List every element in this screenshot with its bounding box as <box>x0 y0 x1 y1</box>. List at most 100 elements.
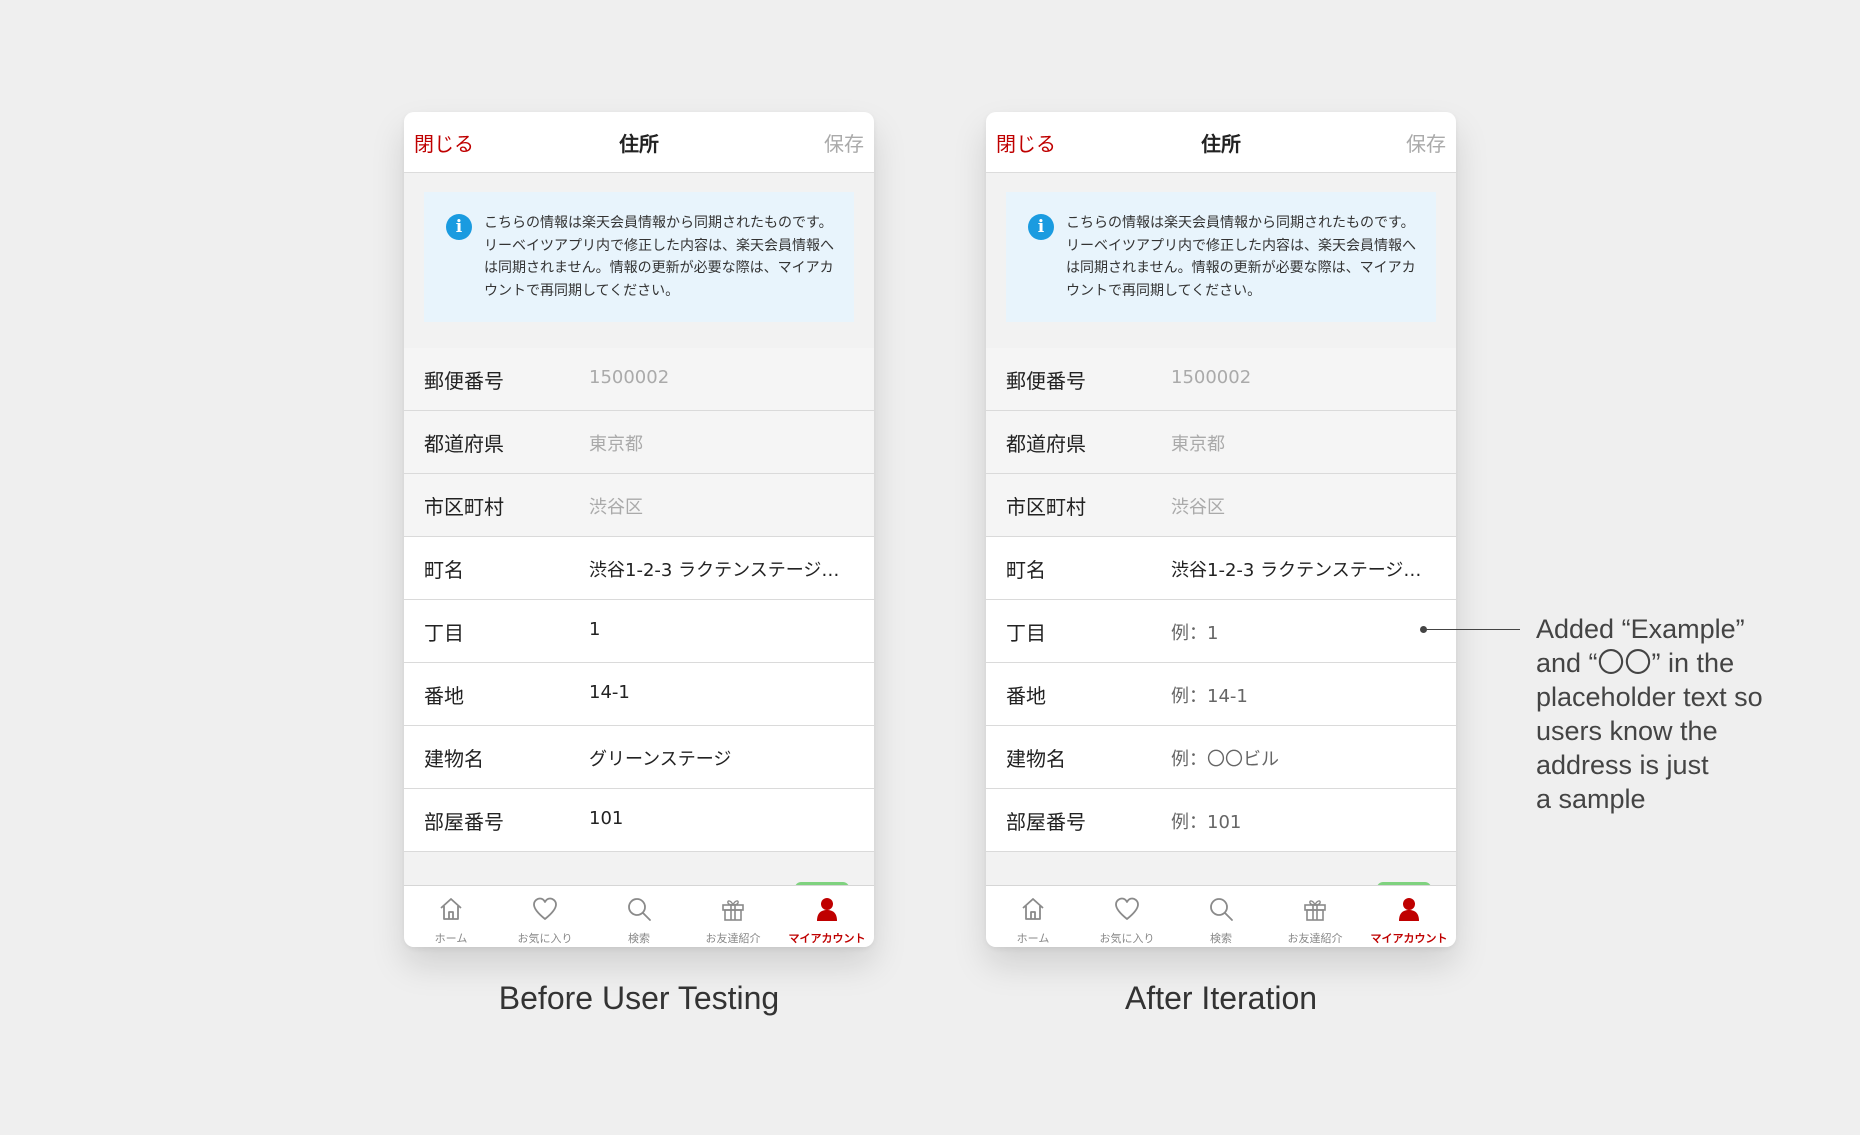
tab-label: ホーム <box>1016 932 1050 945</box>
tab-home[interactable]: ホーム <box>404 886 498 947</box>
field-value: 渋谷区 <box>1171 497 1225 518</box>
field-label: 番地 <box>424 684 464 708</box>
field-label: 建物名 <box>424 747 484 771</box>
field-input[interactable]: 14-1 <box>589 682 630 703</box>
field-label: 市区町村 <box>1006 495 1086 519</box>
person-icon <box>1399 898 1419 921</box>
home-icon <box>440 898 462 920</box>
field-label: 町名 <box>1006 558 1046 582</box>
address-form: 郵便番号 1500002 都道府県 東京都 市区町村 渋谷区 町名 渋谷1-2-… <box>404 348 874 852</box>
tab-referral[interactable]: お友達紹介 <box>686 886 780 947</box>
field-city: 市区町村 渋谷区 <box>986 474 1456 537</box>
field-label: 建物名 <box>1006 747 1066 771</box>
info-notice-text: こちらの情報は楽天会員情報から同期されたものです。リーベイツアプリ内で修正した内… <box>484 215 834 299</box>
field-prefecture: 都道府県 東京都 <box>986 411 1456 474</box>
field-city: 市区町村 渋谷区 <box>404 474 874 537</box>
info-notice: i こちらの情報は楽天会員情報から同期されたものです。リーベイツアプリ内で修正し… <box>424 192 854 322</box>
field-label: 丁目 <box>424 621 464 645</box>
search-icon <box>628 898 651 921</box>
caption-after: After Iteration <box>1124 980 1318 1016</box>
annotation-line: placeholder text so <box>1536 682 1763 712</box>
field-value: 1500002 <box>1171 367 1252 388</box>
tab-label: 検索 <box>1210 932 1232 945</box>
gift-icon <box>722 900 744 921</box>
tab-my-account[interactable]: マイアカウント <box>780 886 874 947</box>
tab-search[interactable]: 検索 <box>592 886 686 947</box>
field-placeholder[interactable]: 例：101 <box>1171 808 1241 834</box>
phone-screen-before: 閉じる 住所 保存 i こちらの情報は楽天会員情報から同期されたものです。リーベ… <box>404 112 874 947</box>
tab-label: お気に入り <box>517 932 573 945</box>
field-input[interactable]: グリーンステージ <box>589 745 731 771</box>
field-label: 都道府県 <box>424 432 504 456</box>
field-label: 郵便番号 <box>1006 369 1086 393</box>
field-input[interactable]: 渋谷1-2-3 ラクテンステージ… <box>1171 556 1421 582</box>
home-icon <box>1022 898 1044 920</box>
field-banchi[interactable]: 番地 14-1 <box>404 663 874 726</box>
nav-bar: 閉じる 住所 保存 <box>986 112 1456 173</box>
field-value: 東京都 <box>589 434 643 455</box>
tab-label: お友達紹介 <box>1287 932 1343 945</box>
field-label: 町名 <box>424 558 464 582</box>
tab-label: お気に入り <box>1099 932 1155 945</box>
tab-label: ホーム <box>434 932 468 945</box>
tab-label: 検索 <box>628 932 650 945</box>
info-notice: i こちらの情報は楽天会員情報から同期されたものです。リーベイツアプリ内で修正し… <box>1006 192 1436 322</box>
field-placeholder[interactable]: 例：〇〇ビル <box>1171 745 1279 771</box>
info-notice-text: こちらの情報は楽天会員情報から同期されたものです。リーベイツアプリ内で修正した内… <box>1066 215 1416 299</box>
field-input[interactable]: 1 <box>589 619 600 640</box>
heart-icon <box>533 897 557 920</box>
field-prefecture: 都道府県 東京都 <box>404 411 874 474</box>
field-label: 丁目 <box>1006 621 1046 645</box>
tab-home[interactable]: ホーム <box>986 886 1080 947</box>
annotation-text: Added “Example” and “〇〇” in the placehol… <box>1536 612 1796 816</box>
tab-label: マイアカウント <box>1370 932 1448 945</box>
tab-label: マイアカウント <box>788 932 866 945</box>
field-building[interactable]: 建物名 グリーンステージ <box>404 726 874 789</box>
heart-icon <box>1115 897 1139 920</box>
field-placeholder[interactable]: 例：1 <box>1171 619 1218 645</box>
field-building[interactable]: 建物名 例：〇〇ビル <box>986 726 1456 789</box>
field-value: 渋谷区 <box>589 497 643 518</box>
field-input[interactable]: 101 <box>589 808 623 829</box>
caption-before: Before User Testing <box>498 980 780 1016</box>
field-value: 1500002 <box>589 367 670 388</box>
gift-icon <box>1304 900 1326 921</box>
field-chome[interactable]: 丁目 1 <box>404 600 874 663</box>
save-button[interactable]: 保存 <box>824 128 864 157</box>
field-room-number[interactable]: 部屋番号 101 <box>404 789 874 852</box>
field-town[interactable]: 町名 渋谷1-2-3 ラクテンステージ… <box>404 537 874 600</box>
field-label: 都道府県 <box>1006 432 1086 456</box>
save-button[interactable]: 保存 <box>1406 128 1446 157</box>
field-banchi[interactable]: 番地 例：14-1 <box>986 663 1456 726</box>
tab-favorites[interactable]: お気に入り <box>498 886 592 947</box>
page-title: 住所 <box>619 132 659 156</box>
tab-label: お友達紹介 <box>705 932 761 945</box>
annotation-line: users know the <box>1536 716 1718 746</box>
field-placeholder[interactable]: 例：14-1 <box>1171 682 1248 708</box>
field-chome[interactable]: 丁目 例：1 <box>986 600 1456 663</box>
field-town[interactable]: 町名 渋谷1-2-3 ラクテンステージ… <box>986 537 1456 600</box>
tab-referral[interactable]: お友達紹介 <box>1268 886 1362 947</box>
field-postal-code: 郵便番号 1500002 <box>986 348 1456 411</box>
field-label: 部屋番号 <box>1006 810 1086 834</box>
field-input[interactable]: 渋谷1-2-3 ラクテンステージ… <box>589 556 839 582</box>
nav-bar: 閉じる 住所 保存 <box>404 112 874 173</box>
info-icon: i <box>1028 214 1054 240</box>
field-label: 部屋番号 <box>424 810 504 834</box>
annotation-leader-line <box>1424 629 1520 630</box>
annotation-line: and “〇〇” in the <box>1536 648 1735 678</box>
tab-search[interactable]: 検索 <box>1174 886 1268 947</box>
tab-favorites[interactable]: お気に入り <box>1080 886 1174 947</box>
tab-my-account[interactable]: マイアカウント <box>1362 886 1456 947</box>
field-postal-code: 郵便番号 1500002 <box>404 348 874 411</box>
annotation-line: Added “Example” <box>1536 614 1745 644</box>
person-icon <box>817 898 837 921</box>
field-label: 市区町村 <box>424 495 504 519</box>
annotation-line: a sample <box>1536 784 1646 814</box>
field-label: 番地 <box>1006 684 1046 708</box>
page-title: 住所 <box>1201 132 1241 156</box>
tab-bar: ホーム お気に入り 検索 お友達紹介 マイアカウント <box>404 885 874 947</box>
field-value: 東京都 <box>1171 434 1225 455</box>
field-room-number[interactable]: 部屋番号 例：101 <box>986 789 1456 852</box>
phone-screen-after: 閉じる 住所 保存 i こちらの情報は楽天会員情報から同期されたものです。リーベ… <box>986 112 1456 947</box>
